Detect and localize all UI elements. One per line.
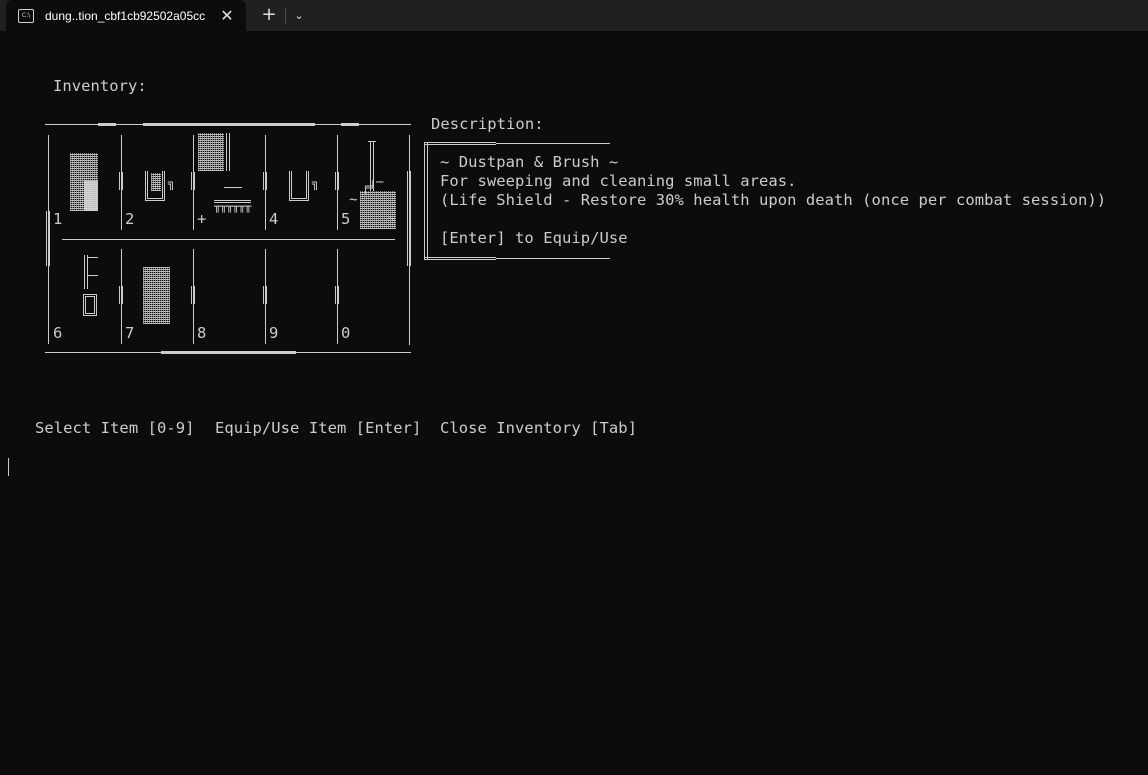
- item-sprite: [198, 133, 224, 171]
- equip-item-hint: Equip/Use Item [Enter]: [215, 419, 422, 437]
- item-sprite: [145, 171, 165, 201]
- border-accent: [119, 172, 123, 190]
- item-sprite: ╗: [312, 176, 320, 190]
- description-border: [424, 142, 428, 260]
- tab-title: dung..tion_cbf1cb92502a05cc: [45, 8, 206, 23]
- item-sprite: ╗: [168, 176, 176, 190]
- item-effect: (Life Shield - Restore 30% health upon d…: [440, 191, 1107, 209]
- terminal-icon: C:\: [18, 8, 34, 23]
- title-bar: C:\ dung..tion_cbf1cb92502a05cc ✕ + ⌄: [0, 0, 1148, 31]
- item-name: ~ Dustpan & Brush ~: [440, 153, 619, 171]
- slot-key-label: +: [197, 210, 207, 228]
- close-tab-icon[interactable]: ✕: [217, 6, 237, 26]
- chevron-down-icon[interactable]: ⌄: [288, 5, 310, 27]
- description-heading: Description:: [431, 115, 544, 133]
- border-accent: [191, 172, 195, 190]
- border-accent: [119, 286, 123, 304]
- item-sprite: [84, 181, 98, 211]
- slot-key-label: 1: [53, 210, 63, 228]
- description-border: [496, 258, 610, 259]
- slot-key-label: 6: [53, 324, 63, 342]
- border-accent: [335, 172, 339, 190]
- item-sprite: [226, 133, 230, 171]
- description-border: [496, 143, 610, 144]
- item-sprite: ~: [387, 211, 396, 227]
- slot-key-label: 4: [269, 210, 279, 228]
- description-border: [424, 142, 496, 145]
- border-accent: [341, 123, 359, 126]
- item-description: For sweeping and cleaning small areas.: [440, 172, 797, 190]
- inventory-heading: Inventory:: [53, 77, 147, 95]
- border-accent: [407, 171, 411, 266]
- item-sprite: [83, 294, 97, 316]
- select-item-hint: Select Item [0-9]: [35, 419, 195, 437]
- grid-left-border: [48, 249, 49, 344]
- item-sprite: [224, 187, 242, 188]
- border-accent: [161, 351, 296, 354]
- border-accent: [335, 286, 339, 304]
- equip-hint: [Enter] to Equip/Use: [440, 229, 628, 247]
- item-sprite: ╥╥╥╥╥╥: [214, 200, 251, 213]
- terminal-tab[interactable]: C:\ dung..tion_cbf1cb92502a05cc ✕: [6, 0, 246, 31]
- item-sprite: [143, 267, 170, 324]
- border-accent: [191, 286, 195, 304]
- slot-key-label: 5: [341, 210, 351, 228]
- border-accent: [143, 123, 315, 126]
- item-sprite: ─: [376, 175, 384, 189]
- description-border: [424, 257, 496, 260]
- slot-key-label: 7: [125, 324, 135, 342]
- item-sprite: [289, 171, 309, 201]
- text-cursor: [8, 458, 9, 476]
- titlebar-divider: [285, 8, 286, 24]
- border-accent: [263, 172, 267, 190]
- slot-key-label: 8: [197, 324, 207, 342]
- border-accent: [263, 286, 267, 304]
- item-sprite: ~: [349, 192, 358, 208]
- item-sprite: [84, 255, 88, 289]
- slot-key-label: 0: [341, 324, 351, 342]
- border-accent: [98, 123, 116, 126]
- item-sprite: [88, 257, 98, 258]
- item-sprite: [368, 141, 376, 142]
- close-inventory-hint: Close Inventory [Tab]: [440, 419, 638, 437]
- terminal-area[interactable]: Inventory: 1 ╗ 2 ╥╥╥╥╥╥ + ╗ 4 ─ ╒╛ ~ ~ 5…: [0, 31, 1148, 775]
- grid-row-divider: [62, 239, 395, 240]
- slot-key-label: 2: [125, 210, 135, 228]
- new-tab-button[interactable]: +: [258, 5, 280, 27]
- slot-key-label: 9: [269, 324, 279, 342]
- item-sprite: [88, 275, 98, 276]
